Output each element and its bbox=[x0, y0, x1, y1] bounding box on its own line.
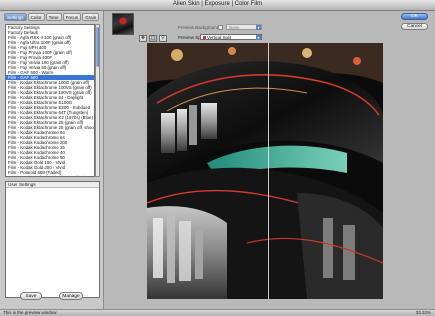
preview-background-select[interactable]: None ▾ bbox=[226, 24, 262, 30]
chevron-down-icon: ▾ bbox=[256, 25, 261, 30]
preview-background-checkbox[interactable] bbox=[218, 25, 223, 30]
user-settings-header: User Settings bbox=[6, 182, 99, 188]
preset-list[interactable]: Factory Settings Factory Default Film - Ag… bbox=[5, 24, 95, 177]
preview-split-value: Vertical Split bbox=[207, 35, 232, 40]
split-swatch-icon bbox=[203, 36, 206, 39]
preview-split-select[interactable]: Vertical Split ▾ bbox=[200, 34, 262, 40]
title-bar: Alien Skin | Exposure | Color Film bbox=[0, 0, 435, 11]
tab-color[interactable]: Color bbox=[27, 13, 45, 21]
manage-button[interactable]: Manage bbox=[59, 292, 83, 300]
user-settings-list[interactable]: User Settings bbox=[5, 181, 100, 298]
save-button[interactable]: Save bbox=[20, 292, 42, 300]
tab-focus[interactable]: Focus bbox=[62, 13, 82, 21]
tab-settings[interactable]: Settings bbox=[4, 13, 27, 21]
navigator-thumbnail[interactable] bbox=[112, 13, 134, 35]
preset-list-item[interactable]: Instant - Boost shadows with central poi… bbox=[6, 175, 94, 176]
tab-tone[interactable]: Tone bbox=[45, 13, 62, 21]
split-divider[interactable] bbox=[268, 43, 269, 299]
cancel-button[interactable]: Cancel bbox=[401, 23, 428, 30]
tab-grain[interactable]: Grain bbox=[82, 13, 100, 21]
zoom-tool-icon[interactable]: ⚲ bbox=[159, 35, 167, 42]
status-message: This is the preview window bbox=[3, 310, 57, 315]
settings-panel: Settings Color Tone Focus Grain Factory … bbox=[0, 11, 104, 309]
ok-button[interactable]: OK bbox=[401, 13, 428, 20]
crop-tool-icon[interactable]: ▢ bbox=[149, 35, 157, 42]
scroll-thumb[interactable] bbox=[96, 27, 99, 67]
window-title: Alien Skin | Exposure | Color Film bbox=[172, 1, 263, 7]
preview-image[interactable] bbox=[147, 43, 383, 299]
hand-tool-icon[interactable]: ✥ bbox=[139, 35, 147, 42]
preview-photo bbox=[147, 43, 383, 299]
chevron-down-icon: ▾ bbox=[256, 35, 261, 40]
zoom-level: 33.33% bbox=[415, 310, 431, 315]
preview-background-label: Preview Background bbox=[178, 25, 220, 30]
status-bar: This is the preview window 33.33% bbox=[0, 309, 435, 316]
tab-strip: Settings Color Tone Focus Grain bbox=[4, 13, 100, 21]
preview-background-value: None bbox=[229, 25, 240, 30]
preset-list-scrollbar[interactable] bbox=[95, 24, 100, 177]
